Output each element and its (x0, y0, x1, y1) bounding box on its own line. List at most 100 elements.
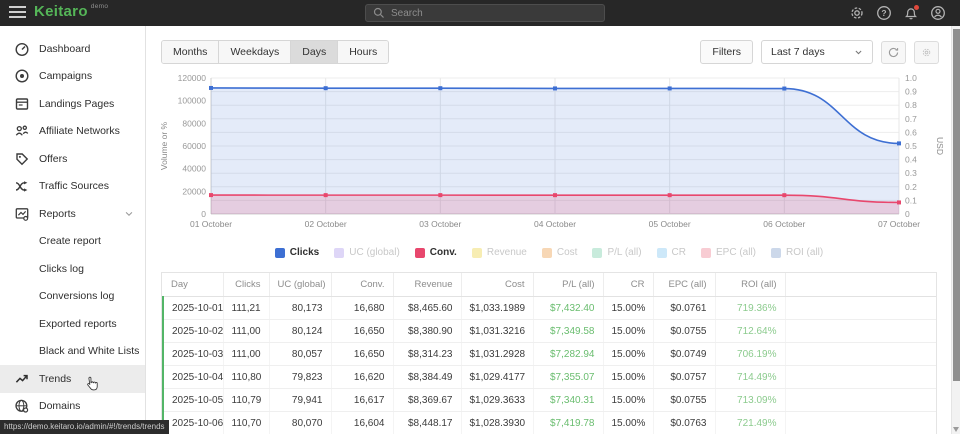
legend-swatch (275, 248, 285, 258)
svg-text:0.3: 0.3 (905, 168, 917, 178)
cell-revenue: $8,369.67 (393, 389, 461, 412)
cell-roi-all: 719.36% (715, 297, 785, 320)
search-box[interactable] (365, 4, 605, 22)
sidebar-item-dashboard[interactable]: Dashboard (0, 35, 145, 63)
cell-p-l-all: $7,355.07 (533, 366, 603, 389)
legend-label: Cost (557, 247, 578, 258)
cell-p-l-all: $7,349.58 (533, 320, 603, 343)
menu-toggle-icon[interactable] (9, 6, 26, 20)
cell-cost: $1,031.3216 (461, 320, 533, 343)
cell-p-l-all: $7,340.31 (533, 389, 603, 412)
cell-cr: 15.00% (603, 343, 653, 366)
sidebar-item-traffic-sources[interactable]: Traffic Sources (0, 173, 145, 201)
svg-text:0: 0 (905, 209, 910, 219)
sidebar-item-label: Offers (39, 153, 67, 165)
sidebar-item-conversions-log[interactable]: Conversions log (0, 283, 145, 311)
svg-text:20000: 20000 (182, 186, 206, 196)
legend-item-uc-global[interactable]: UC (global) (334, 247, 400, 258)
notifications-icon[interactable] (903, 5, 919, 21)
column-header-clicks: Clicks (223, 273, 269, 297)
tab-months[interactable]: Months (162, 41, 219, 63)
sidebar-item-create-report[interactable]: Create report (0, 228, 145, 256)
cell-epc-all: $0.0761 (653, 297, 715, 320)
sidebar-item-label: Trends (39, 373, 71, 385)
filters-button[interactable]: Filters (700, 40, 753, 64)
sidebar-item-domains[interactable]: Domains (0, 393, 145, 421)
cell-clicks: 110,79 (223, 389, 269, 412)
dashboard-icon (14, 41, 30, 57)
cell-day: 2025-10-02 (163, 320, 223, 343)
cell-revenue: $8,448.17 (393, 412, 461, 434)
cell-epc-all: $0.0749 (653, 343, 715, 366)
cell-uc-global: 80,124 (269, 320, 331, 343)
column-header-epc-all: EPC (all) (653, 273, 715, 297)
column-header-revenue: Revenue (393, 273, 461, 297)
cell-cr: 15.00% (603, 297, 653, 320)
search-input[interactable] (391, 8, 597, 19)
cell-roi-all: 706.19% (715, 343, 785, 366)
sidebar-item-label: Domains (39, 400, 80, 412)
sidebar-item-label: Conversions log (39, 290, 114, 302)
tab-hours[interactable]: Hours (338, 41, 388, 63)
cell-clicks: 111,00 (223, 320, 269, 343)
sidebar-item-offers[interactable]: Offers (0, 145, 145, 173)
legend-swatch (701, 248, 711, 258)
table-row: 2025-10-01111,2180,17316,680$8,465.60$1,… (163, 297, 936, 320)
legend-item-revenue[interactable]: Revenue (472, 247, 527, 258)
svg-text:60000: 60000 (182, 141, 206, 151)
cell-day: 2025-10-05 (163, 389, 223, 412)
trends-table-wrap: DayClicksUC (global)Conv.RevenueCostP/L … (161, 272, 937, 434)
svg-text:0.8: 0.8 (905, 100, 917, 110)
trends-chart[interactable]: 01 October02 October03 October04 October… (155, 72, 943, 234)
legend-item-roi-all[interactable]: ROI (all) (771, 247, 823, 258)
legend-item-conv[interactable]: Conv. (415, 247, 457, 258)
table-row: 2025-10-05110,7979,94116,617$8,369.67$1,… (163, 389, 936, 412)
cell-clicks: 111,21 (223, 297, 269, 320)
chevron-down-icon (124, 209, 134, 219)
svg-text:80000: 80000 (182, 118, 206, 128)
sidebar-item-landings-pages[interactable]: Landings Pages (0, 90, 145, 118)
legend-item-p-l-all[interactable]: P/L (all) (592, 247, 641, 258)
svg-text:01 October: 01 October (190, 219, 232, 229)
legend-item-clicks[interactable]: Clicks (275, 247, 319, 258)
period-tabs: MonthsWeekdaysDaysHours (161, 40, 389, 64)
settings-icon[interactable] (849, 5, 865, 21)
brand-logo[interactable]: Keitarodemo (34, 3, 108, 20)
sidebar-item-trends[interactable]: Trends (0, 365, 145, 393)
trends-icon (14, 371, 30, 387)
chart-settings-button[interactable] (914, 41, 939, 64)
sidebar-item-exported-reports[interactable]: Exported reports (0, 310, 145, 338)
sidebar-item-campaigns[interactable]: Campaigns (0, 63, 145, 91)
column-header-day: Day (163, 273, 223, 297)
cell-uc-global: 80,070 (269, 412, 331, 434)
sidebar-item-label: Clicks log (39, 263, 84, 275)
tab-weekdays[interactable]: Weekdays (219, 41, 291, 63)
svg-text:06 October: 06 October (763, 219, 805, 229)
cell-p-l-all: $7,419.78 (533, 412, 603, 434)
refresh-button[interactable] (881, 41, 906, 64)
tab-days[interactable]: Days (291, 41, 338, 63)
date-range-select[interactable]: Last 7 days (761, 40, 873, 64)
cell-uc-global: 79,823 (269, 366, 331, 389)
legend-label: ROI (all) (786, 247, 823, 258)
sidebar-item-reports[interactable]: Reports (0, 200, 145, 228)
reports-icon (14, 206, 30, 222)
cell-roi-all: 713.09% (715, 389, 785, 412)
legend-item-cost[interactable]: Cost (542, 247, 578, 258)
scrollbar-thumb[interactable] (953, 29, 960, 381)
scrollbar-down-arrow[interactable] (953, 427, 959, 432)
sidebar-item-black-and-white-lists[interactable]: Black and White Lists (0, 338, 145, 366)
sidebar-item-affiliate-networks[interactable]: Affiliate Networks (0, 118, 145, 146)
legend-item-cr[interactable]: CR (657, 247, 686, 258)
legend-label: EPC (all) (716, 247, 756, 258)
legend-item-epc-all[interactable]: EPC (all) (701, 247, 756, 258)
cell-uc-global: 80,057 (269, 343, 331, 366)
sidebar-item-label: Create report (39, 235, 101, 247)
cell-revenue: $8,314.23 (393, 343, 461, 366)
sidebar-item-clicks-log[interactable]: Clicks log (0, 255, 145, 283)
account-icon[interactable] (930, 5, 946, 21)
vertical-scrollbar[interactable] (951, 26, 960, 434)
cell-filler (785, 389, 936, 412)
svg-text:0.7: 0.7 (905, 114, 917, 124)
help-icon[interactable]: ? (876, 5, 892, 21)
